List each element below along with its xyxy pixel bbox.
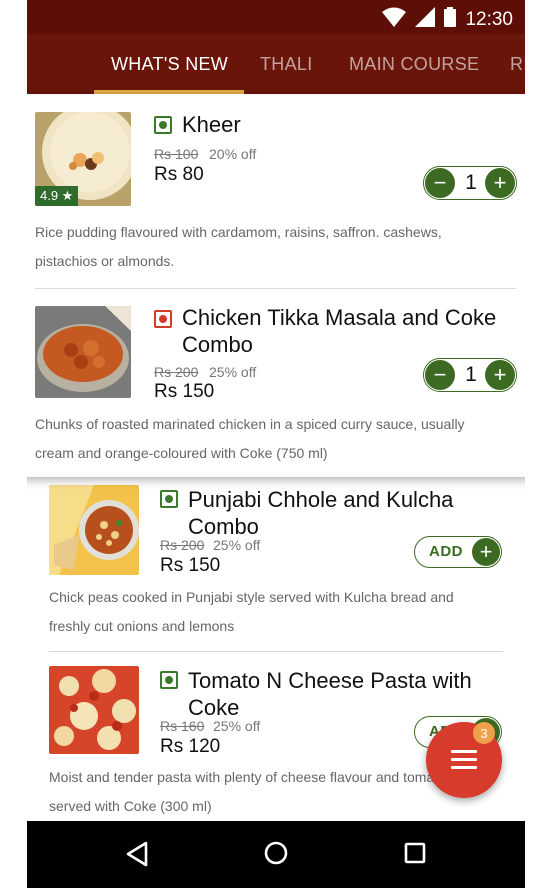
tab-whats-new[interactable]: WHAT'S NEW (111, 54, 228, 75)
quantity-value: 1 (465, 171, 477, 194)
divider (35, 288, 516, 289)
status-bar: 12:30 (27, 0, 525, 34)
tab-ri[interactable]: RI (510, 54, 525, 75)
item-image (35, 306, 131, 398)
app-screen: 12:30 WHAT'S NEW THALI MAIN COURSE RI (27, 0, 525, 888)
item-description: Moist and tender pasta with plenty of ch… (49, 769, 450, 814)
wifi-icon (382, 7, 407, 32)
plus-icon: + (472, 538, 500, 566)
signal-icon (415, 7, 436, 32)
category-tabs: WHAT'S NEW THALI MAIN COURSE RI (27, 34, 525, 94)
minus-icon[interactable]: − (425, 360, 455, 390)
item-discount: 25% off (213, 718, 261, 734)
non-veg-icon (154, 310, 172, 328)
home-icon[interactable] (264, 841, 288, 870)
cart-badge: 3 (473, 722, 495, 744)
item-discount: 25% off (213, 537, 261, 553)
tab-main-course[interactable]: MAIN COURSE (349, 54, 479, 75)
rating-badge: 4.9 ★ (35, 186, 79, 206)
item-old-price: Rs 200 (160, 537, 205, 553)
item-description: Chick peas cooked in Punjabi style serve… (49, 589, 454, 634)
veg-icon (154, 116, 172, 134)
item-description: Rice pudding flavoured with cardamom, ra… (35, 224, 442, 269)
plus-icon[interactable]: + (485, 168, 515, 198)
system-nav-bar (27, 821, 525, 888)
battery-icon (444, 7, 457, 32)
item-image: 4.9 ★ (35, 112, 131, 206)
back-icon[interactable] (125, 841, 149, 872)
item-discount: 25% off (209, 364, 257, 380)
item-price: Rs 80 (154, 164, 204, 185)
item-price: Rs 150 (160, 555, 221, 576)
item-old-price: Rs 100 (154, 146, 199, 162)
menu-icon (451, 750, 477, 774)
minus-icon[interactable]: − (425, 168, 455, 198)
recents-icon[interactable] (404, 842, 426, 869)
item-image (49, 666, 139, 754)
divider (49, 651, 503, 652)
item-price: Rs 120 (160, 736, 221, 757)
cart-fab[interactable]: 3 (426, 722, 502, 798)
quantity-value: 1 (465, 363, 477, 386)
item-discount: 20% off (209, 146, 257, 162)
item-description: Chunks of roasted marinated chicken in a… (35, 416, 465, 461)
quantity-stepper: − 1 + (423, 166, 517, 200)
item-name: Kheer (182, 112, 241, 137)
status-time: 12:30 (465, 8, 513, 30)
item-price: Rs 150 (154, 381, 215, 402)
item-image (49, 485, 139, 575)
item-old-price: Rs 200 (154, 364, 199, 380)
item-name: Punjabi Chhole and Kulcha Combo (188, 487, 454, 539)
quantity-stepper: − 1 + (423, 358, 517, 392)
veg-icon (160, 490, 178, 508)
expanded-items-card: 4.9 ★ Kheer Rs 100 20% off Rs 80 − 1 + R… (27, 94, 525, 477)
item-name: Chicken Tikka Masala and Coke Combo (182, 305, 497, 357)
item-name: Tomato N Cheese Pasta with Coke (188, 668, 472, 720)
add-label: ADD (429, 543, 463, 560)
tab-thali[interactable]: THALI (260, 54, 313, 75)
veg-icon (160, 671, 178, 689)
add-button[interactable]: ADD + (414, 536, 502, 568)
plus-icon[interactable]: + (485, 360, 515, 390)
item-old-price: Rs 160 (160, 718, 205, 734)
